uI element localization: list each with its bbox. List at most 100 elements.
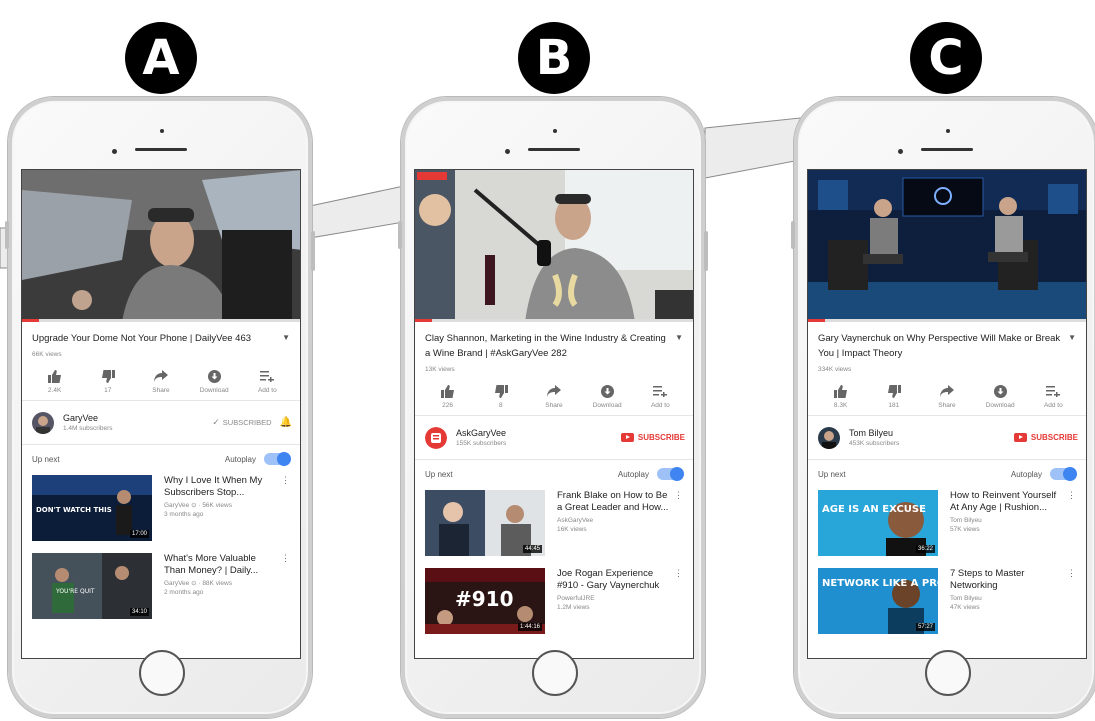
autoplay-control: Autoplay (618, 467, 684, 481)
list-item[interactable]: 44:45 Frank Blake on How to Be a Great L… (415, 486, 693, 564)
channel-name[interactable]: GaryVee (63, 413, 212, 423)
thumbs-up-icon (818, 383, 864, 399)
subscribe-button[interactable]: SUBSCRIBE (620, 433, 685, 442)
list-item[interactable]: YOU'RE QUIT 34:10 What's More Valuable T… (22, 549, 300, 627)
list-item[interactable]: AGE IS AN EXCUSE 36:22 How to Reinvent Y… (808, 486, 1086, 564)
dislike-button[interactable]: 181 (871, 383, 917, 409)
download-button[interactable]: Download (191, 368, 237, 394)
download-button[interactable]: Download (977, 383, 1023, 409)
video-thumbnail[interactable]: NETWORK LIKE A PRO 57:27 (818, 568, 938, 634)
expand-chevron-icon[interactable]: ▼ (278, 331, 290, 346)
up-next-header: Up next Autoplay (415, 460, 693, 486)
video-title: Upgrade Your Dome Not Your Phone | Daily… (32, 333, 252, 344)
home-button[interactable] (925, 650, 971, 696)
action-bar: 2.4K 17 Share Download Add to (22, 358, 300, 401)
kebab-menu-icon[interactable]: ⋮ (1067, 490, 1076, 501)
view-count: 334K views (818, 366, 852, 373)
share-button[interactable]: Share (138, 368, 184, 394)
video-thumbnail[interactable]: #910 1:44:16 (425, 568, 545, 634)
youtube-logo-icon (1013, 433, 1027, 442)
kebab-menu-icon[interactable]: ⋮ (281, 475, 290, 486)
svg-text:NETWORK LIKE A PRO: NETWORK LIKE A PRO (822, 578, 938, 589)
autoplay-toggle[interactable] (657, 467, 684, 481)
avatar[interactable] (425, 426, 447, 449)
like-button[interactable]: 8.3K (818, 383, 864, 409)
thumbs-down-icon (478, 383, 524, 399)
video-thumbnail[interactable]: YOU'RE QUIT 34:10 (32, 553, 152, 619)
list-item[interactable]: NETWORK LIKE A PRO 57:27 7 Steps to Mast… (808, 564, 1086, 642)
kebab-menu-icon[interactable]: ⋮ (281, 553, 290, 564)
add-to-playlist-icon (1030, 383, 1076, 399)
phone-b: Clay Shannon, Marketing in the Wine Indu… (398, 97, 708, 718)
share-icon (924, 383, 970, 399)
item-channel: GaryVee ⊙ · 88K views (164, 580, 232, 587)
svg-text:YOU'RE QUIT: YOU'RE QUIT (55, 588, 95, 595)
label-b: B (518, 22, 590, 94)
video-player[interactable] (808, 170, 1086, 322)
item-meta: 2 months ago (164, 589, 204, 596)
action-bar: 8.3K 181 Share Download Add to (808, 373, 1086, 416)
video-player[interactable] (415, 170, 693, 322)
item-channel: GaryVee ⊙ · 56K views (164, 502, 232, 509)
channel-name[interactable]: Tom Bilyeu (849, 428, 1014, 438)
phone-a: Upgrade Your Dome Not Your Phone | Daily… (5, 97, 315, 718)
youtube-logo-icon (620, 433, 634, 442)
youtube-screen: Upgrade Your Dome Not Your Phone | Daily… (21, 169, 301, 659)
bell-icon[interactable]: 🔔 (280, 417, 292, 428)
avatar[interactable] (32, 411, 54, 434)
thumbs-up-icon (425, 383, 471, 399)
item-meta: 47K views (950, 604, 980, 611)
channel-name[interactable]: AskGaryVee (456, 428, 621, 438)
add-to-button[interactable]: Add to (637, 383, 683, 409)
like-button[interactable]: 226 (425, 383, 471, 409)
add-to-button[interactable]: Add to (1030, 383, 1076, 409)
item-channel: PowerfulJRE (557, 595, 595, 602)
item-meta: 57K views (950, 526, 980, 533)
autoplay-control: Autoplay (1011, 467, 1077, 481)
kebab-menu-icon[interactable]: ⋮ (1067, 568, 1076, 579)
item-meta: 3 months ago (164, 511, 204, 518)
download-icon (977, 383, 1023, 399)
like-button[interactable]: 2.4K (32, 368, 78, 394)
item-channel: AskGaryVee (557, 517, 594, 524)
thumbs-up-icon (32, 368, 78, 384)
video-title: Gary Vaynerchuk on Why Perspective Will … (818, 333, 1061, 359)
video-thumbnail[interactable]: 44:45 (425, 490, 545, 556)
item-title: 7 Steps to Master Networking (950, 568, 1025, 591)
phone-c: Gary Vaynerchuk on Why Perspective Will … (791, 97, 1095, 718)
kebab-menu-icon[interactable]: ⋮ (674, 568, 683, 579)
subscribed-button[interactable]: ✓ SUBSCRIBED (212, 417, 271, 428)
dislike-button[interactable]: 8 (478, 383, 524, 409)
view-count: 13K views (425, 366, 455, 373)
share-button[interactable]: Share (924, 383, 970, 409)
svg-text:DON'T WATCH THIS: DON'T WATCH THIS (36, 506, 112, 514)
share-button[interactable]: Share (531, 383, 577, 409)
subscriber-count: 453K subscribers (849, 440, 900, 447)
item-title: How to Reinvent Yourself At Any Age | Ru… (950, 490, 1057, 513)
label-a: A (125, 22, 197, 94)
add-to-button[interactable]: Add to (244, 368, 290, 394)
autoplay-toggle[interactable] (1050, 467, 1077, 481)
item-title: Frank Blake on How to Be a Great Leader … (557, 490, 669, 513)
download-button[interactable]: Download (584, 383, 630, 409)
avatar[interactable] (818, 426, 840, 449)
video-thumbnail[interactable]: AGE IS AN EXCUSE 36:22 (818, 490, 938, 556)
home-button[interactable] (139, 650, 185, 696)
action-bar: 226 8 Share Download Add to (415, 373, 693, 416)
video-player[interactable] (22, 170, 300, 322)
subscriber-count: 1.4M subscribers (63, 425, 113, 432)
add-to-playlist-icon (637, 383, 683, 399)
autoplay-toggle[interactable] (264, 452, 291, 466)
expand-chevron-icon[interactable]: ▼ (671, 331, 683, 361)
item-channel: Tom Bilyeu (950, 517, 982, 524)
home-button[interactable] (532, 650, 578, 696)
video-thumbnail[interactable]: DON'T WATCH THIS 17:00 (32, 475, 152, 541)
add-to-playlist-icon (244, 368, 290, 384)
subscribe-button[interactable]: SUBSCRIBE (1013, 433, 1078, 442)
list-item[interactable]: #910 1:44:16 Joe Rogan Experience #910 -… (415, 564, 693, 642)
list-item[interactable]: DON'T WATCH THIS 17:00 Why I Love It Whe… (22, 471, 300, 549)
expand-chevron-icon[interactable]: ▼ (1064, 331, 1076, 361)
dislike-button[interactable]: 17 (85, 368, 131, 394)
view-count: 66K views (32, 351, 62, 358)
kebab-menu-icon[interactable]: ⋮ (674, 490, 683, 501)
